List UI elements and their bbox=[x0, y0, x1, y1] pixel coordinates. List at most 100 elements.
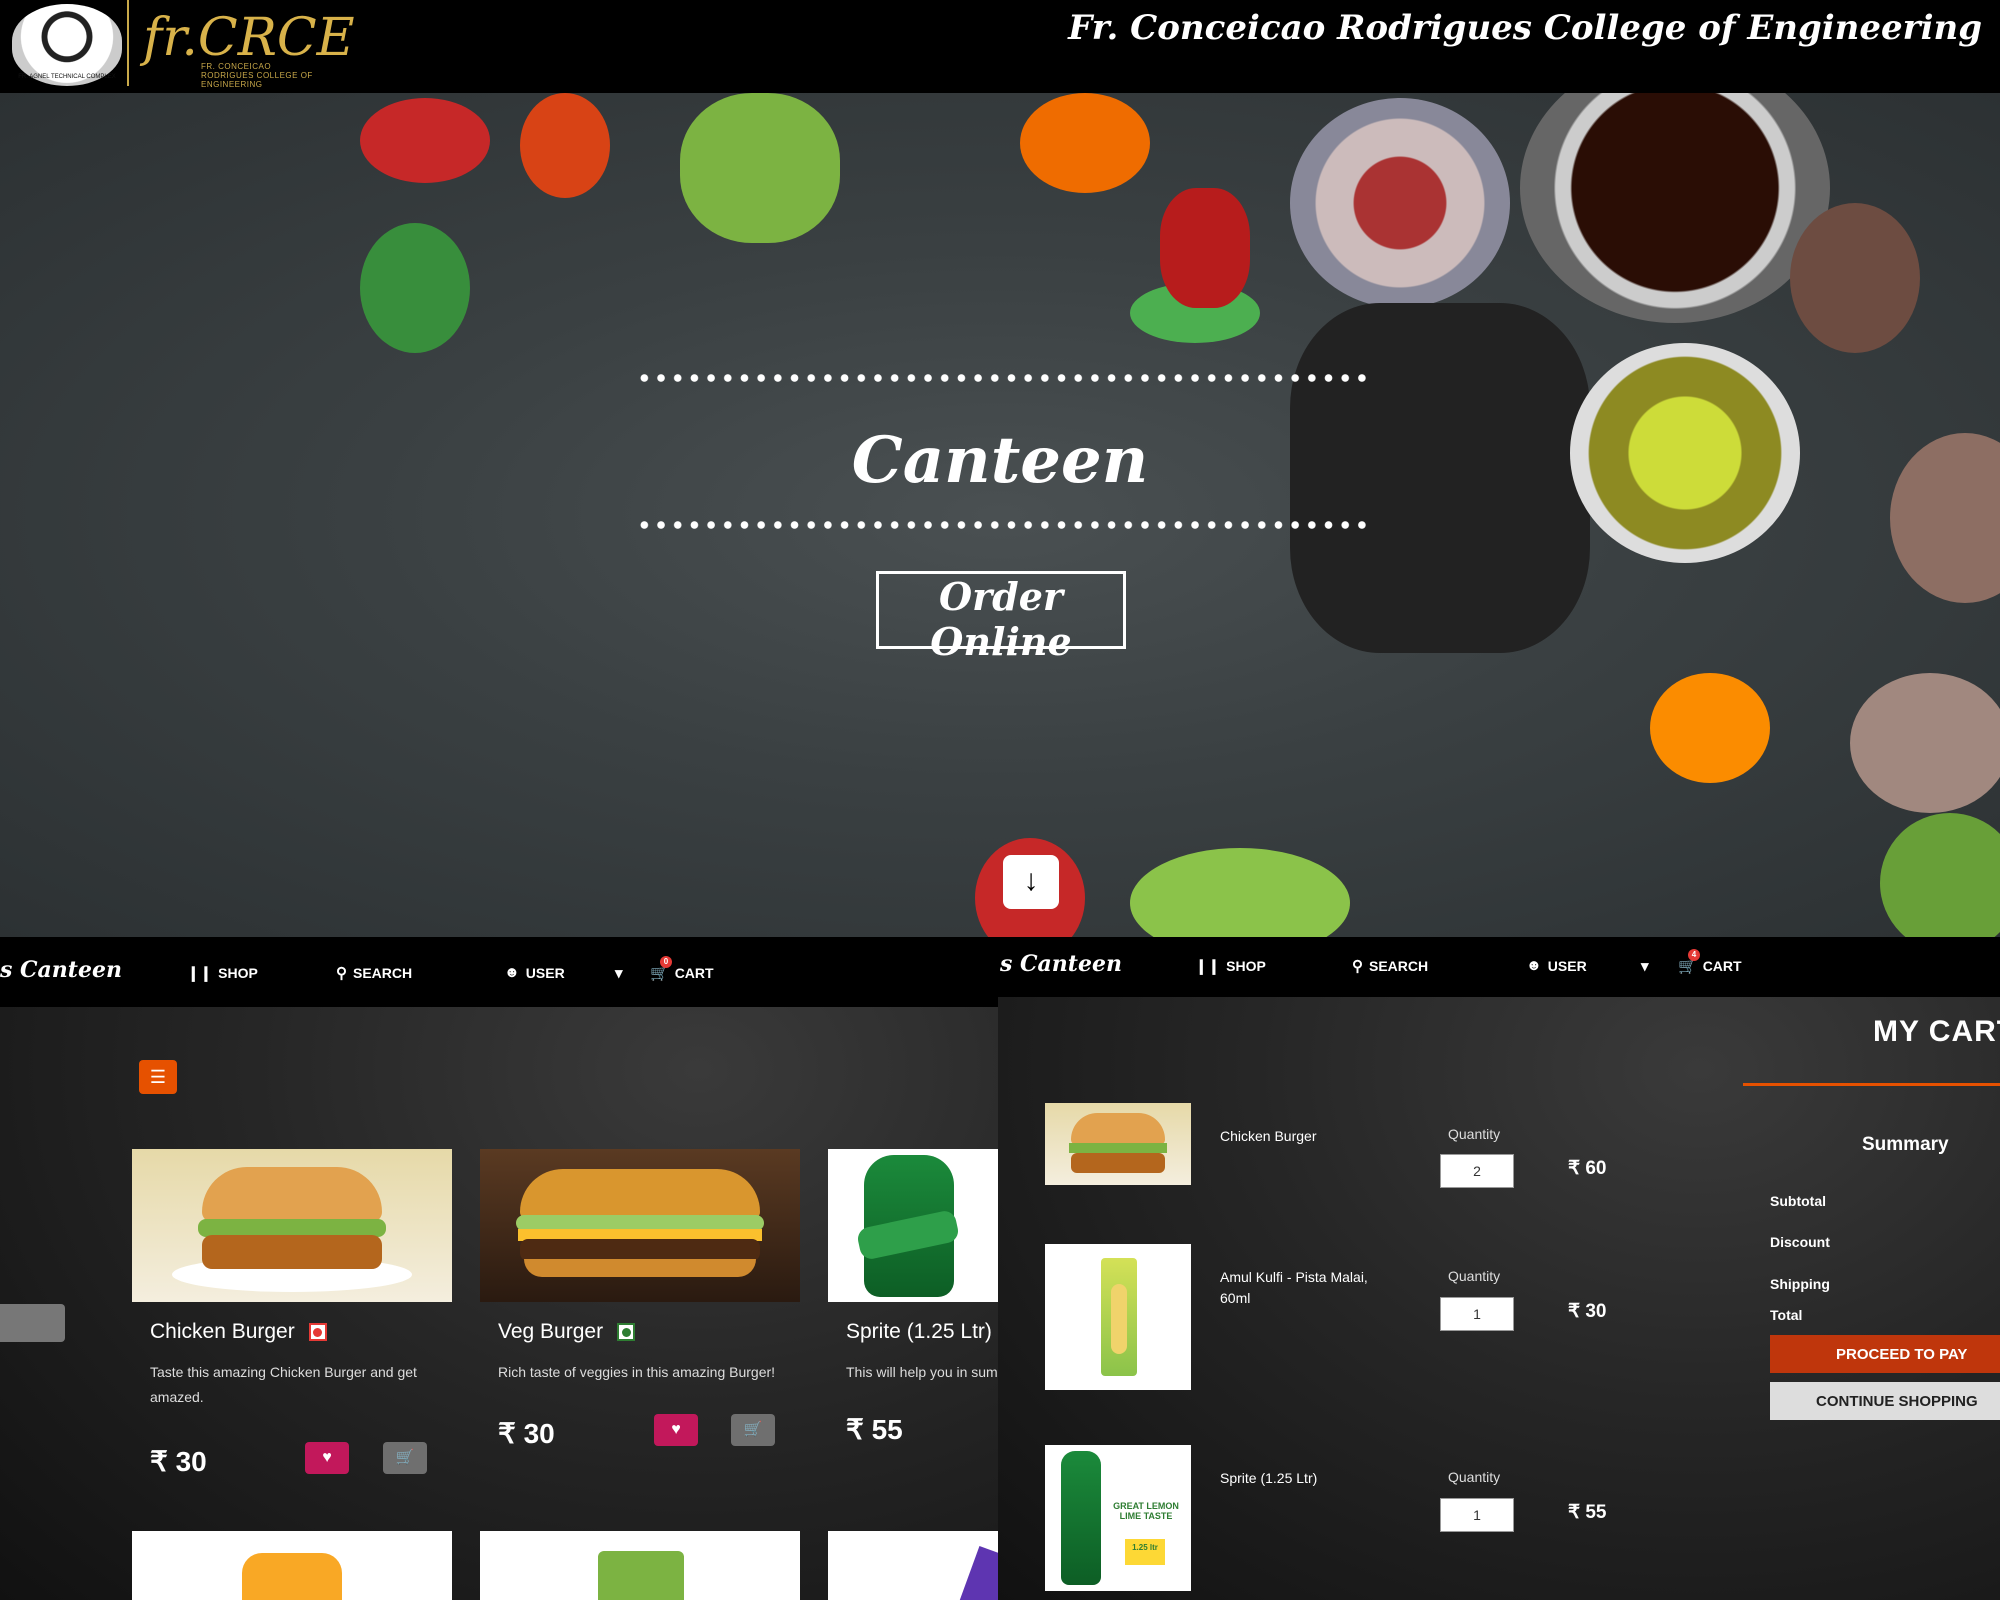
product-name-text: Chicken Burger bbox=[150, 1320, 295, 1343]
brand-logo-text: fr.CRCE bbox=[143, 8, 355, 68]
nav-shop-label: SHOP bbox=[1226, 958, 1266, 974]
pepper-bowl-decoration bbox=[1290, 98, 1510, 308]
cart-icon: 🛒 0 bbox=[650, 956, 672, 982]
seal-text: FR. AGNEL TECHNICAL COMPLEX bbox=[18, 74, 116, 80]
product-card[interactable]: Chicken Burger Taste this amazing Chicke… bbox=[132, 1149, 452, 1477]
product-name-text: Sprite (1.25 Ltr) bbox=[846, 1320, 992, 1343]
nav-search-label: SEARCH bbox=[1369, 958, 1429, 974]
cart-panel: s Canteen ❙❙ SHOP ⚲ SEARCH ☻ USER ▾ 🛒 4 CART … bbox=[998, 937, 2000, 1600]
lettuce-decoration bbox=[1130, 848, 1350, 937]
lettuce-decoration bbox=[680, 93, 840, 243]
hero-banner: Canteen Order Online ↓ bbox=[0, 93, 2000, 937]
caret-down-icon: ▾ bbox=[1641, 958, 1649, 975]
user-icon: ☻ bbox=[504, 964, 520, 981]
nav-user[interactable]: ☻ USER bbox=[504, 964, 565, 981]
product-card[interactable] bbox=[132, 1531, 452, 1600]
chili-decoration bbox=[1160, 188, 1250, 308]
product-name: Sprite (1.25 Ltr) bbox=[846, 1320, 998, 1344]
product-card[interactable]: Veg Burger Rich taste of veggies in this… bbox=[480, 1149, 800, 1449]
cart-item-name: Amul Kulfi - Pista Malai, 60ml bbox=[1220, 1269, 1368, 1306]
cart-icon: 🛒 bbox=[395, 1449, 415, 1466]
side-drawer-tab[interactable] bbox=[0, 1304, 65, 1342]
product-card[interactable] bbox=[828, 1531, 998, 1600]
tomato-decoration bbox=[360, 98, 490, 183]
crce-brand-logo: fr.CRCE FR. CONCEICAO RODRIGUES COLLEGE … bbox=[135, 6, 355, 89]
product-price: ₹ 30 bbox=[498, 1418, 555, 1449]
dotted-divider-top bbox=[636, 373, 1370, 383]
user-dropdown-toggle[interactable]: ▾ bbox=[615, 964, 623, 982]
nav-shop-label: SHOP bbox=[218, 965, 258, 981]
filter-menu-button[interactable]: ☰ bbox=[139, 1060, 177, 1094]
add-to-favorites-button[interactable]: ♥ bbox=[654, 1414, 698, 1446]
nav-shop[interactable]: ❙❙ SHOP bbox=[187, 964, 258, 982]
sprite-label-text: GREAT LEMON LIME TASTE bbox=[1113, 1501, 1179, 1521]
nav-user-label: USER bbox=[1547, 957, 1587, 974]
order-online-button[interactable]: Order Online bbox=[876, 571, 1126, 664]
utensils-icon: ❙❙ bbox=[1195, 958, 1221, 975]
quantity-input[interactable] bbox=[1440, 1297, 1514, 1331]
quantity-label: Quantity bbox=[1448, 1126, 1501, 1142]
nav-cart[interactable]: 🛒 4 CART bbox=[1678, 949, 1742, 975]
nav-brand[interactable]: s Canteen bbox=[0, 957, 122, 983]
cart-icon: 🛒 4 bbox=[1678, 949, 1700, 975]
add-to-favorites-button[interactable]: ♥ bbox=[305, 1442, 349, 1474]
orange-tomato-decoration bbox=[1020, 93, 1150, 193]
cart-count-badge: 4 bbox=[1688, 949, 1700, 961]
nav-cart-label: CART bbox=[674, 965, 714, 981]
summary-total-label: Total bbox=[1770, 1307, 1803, 1323]
nav-brand[interactable]: s Canteen bbox=[1000, 951, 1122, 977]
college-name: Fr. Conceicao Rodrigues College of Engin… bbox=[1068, 8, 1982, 48]
summary-title: Summary bbox=[1862, 1134, 1949, 1155]
nav-search[interactable]: ⚲ SEARCH bbox=[336, 964, 412, 982]
scroll-down-button[interactable]: ↓ bbox=[1003, 855, 1059, 909]
quantity-input[interactable] bbox=[1440, 1154, 1514, 1188]
product-card[interactable] bbox=[480, 1531, 800, 1600]
non-veg-indicator bbox=[308, 1323, 327, 1341]
cart-item-image bbox=[1045, 1244, 1191, 1390]
mushroom-decoration bbox=[1850, 673, 2000, 813]
user-icon: ☻ bbox=[1526, 957, 1542, 974]
product-description: Rich taste of veggies in this amazing Bu… bbox=[498, 1364, 776, 1380]
mushroom-decoration bbox=[1790, 203, 1920, 353]
summary-shipping-label: Shipping bbox=[1770, 1276, 1830, 1292]
quantity-input[interactable] bbox=[1440, 1498, 1514, 1532]
add-to-cart-button[interactable]: 🛒 bbox=[383, 1442, 427, 1474]
product-description: This will help you in sum bbox=[846, 1364, 998, 1380]
title-underline bbox=[1743, 1083, 2000, 1086]
nav-cart[interactable]: 🛒 0 CART bbox=[650, 956, 714, 982]
my-cart-title: MY CART bbox=[1873, 1015, 2000, 1048]
nav-user[interactable]: ☻ USER bbox=[1526, 957, 1587, 974]
brand-logo-subtext: FR. CONCEICAO RODRIGUES COLLEGE OF ENGIN… bbox=[201, 62, 313, 89]
cart-item-image: GREAT LEMON LIME TASTE 1.25 ltr bbox=[1045, 1445, 1191, 1591]
search-icon: ⚲ bbox=[336, 965, 347, 982]
proceed-to-pay-button[interactable]: PROCEED TO PAY bbox=[1770, 1335, 2000, 1373]
product-price: ₹ 30 bbox=[150, 1446, 207, 1477]
user-dropdown-toggle[interactable]: ▾ bbox=[1641, 957, 1649, 975]
sauce-pot-decoration bbox=[1520, 93, 1830, 323]
quantity-label: Quantity bbox=[1448, 1268, 1501, 1284]
product-image bbox=[480, 1149, 800, 1302]
shop-panel: s Canteen ❙❙ SHOP ⚲ SEARCH ☻ USER ▾ 🛒 0 CART … bbox=[0, 937, 998, 1600]
summary-discount-label: Discount bbox=[1770, 1234, 1830, 1250]
product-image bbox=[132, 1149, 452, 1302]
product-card[interactable]: Sprite (1.25 Ltr) This will help you in … bbox=[828, 1149, 998, 1445]
product-name: Chicken Burger bbox=[150, 1320, 452, 1344]
nav-search[interactable]: ⚲ SEARCH bbox=[1352, 957, 1428, 975]
nav-shop[interactable]: ❙❙ SHOP bbox=[1195, 957, 1266, 975]
cart-item-total: ₹ 30 bbox=[1568, 1301, 1607, 1322]
cart-item-image bbox=[1045, 1103, 1191, 1185]
veg-indicator bbox=[617, 1323, 636, 1341]
tomato-decoration bbox=[520, 93, 610, 198]
caret-down-icon: ▾ bbox=[615, 965, 623, 982]
product-image bbox=[828, 1149, 998, 1302]
nav-search-label: SEARCH bbox=[353, 965, 413, 981]
heart-icon: ♥ bbox=[671, 1421, 681, 1438]
continue-shopping-button[interactable]: CONTINUE SHOPPING bbox=[1770, 1382, 2000, 1420]
navbar: s Canteen ❙❙ SHOP ⚲ SEARCH ☻ USER ▾ 🛒 0 CART bbox=[0, 937, 998, 1007]
summary-subtotal-label: Subtotal bbox=[1770, 1193, 1826, 1209]
search-icon: ⚲ bbox=[1352, 958, 1363, 975]
heart-icon: ♥ bbox=[322, 1449, 332, 1466]
add-to-cart-button[interactable]: 🛒 bbox=[731, 1414, 775, 1446]
product-description: Taste this amazing Chicken Burger and ge… bbox=[150, 1364, 417, 1405]
cart-item-name: Sprite (1.25 Ltr) bbox=[1220, 1470, 1318, 1486]
